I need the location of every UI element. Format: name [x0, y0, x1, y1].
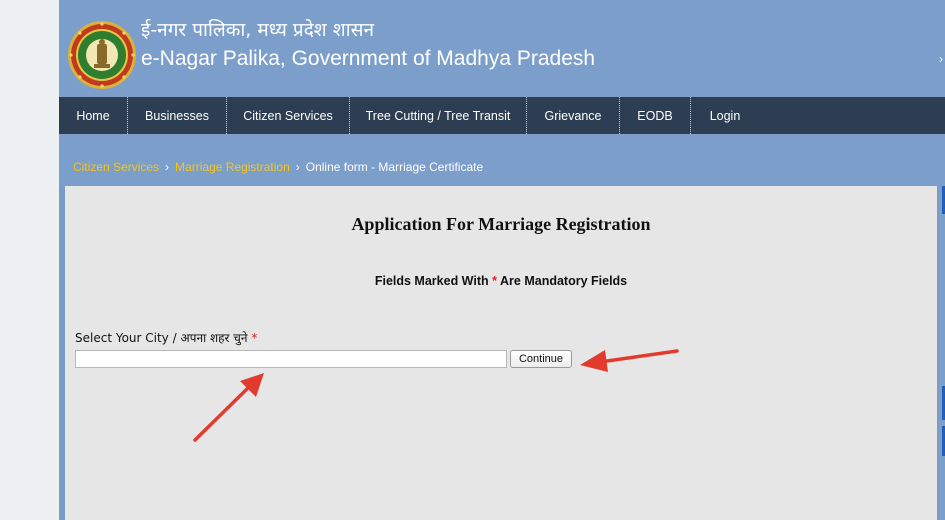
- mandatory-fields-note: Fields Marked With * Are Mandatory Field…: [65, 274, 937, 288]
- breadcrumb-current-page: Online form - Marriage Certificate: [305, 160, 484, 174]
- site-title-english: e-Nagar Palika, Government of Madhya Pra…: [141, 47, 596, 70]
- breadcrumb-separator: ›: [165, 160, 170, 174]
- page: ई-नगर पालिका, मध्य प्रदेश शासन e-Nagar P…: [59, 0, 945, 520]
- city-field-label: Select Your City / अपना शहर चुने *: [75, 329, 257, 346]
- form-content-panel: Application For Marriage Registration Fi…: [65, 186, 937, 520]
- nav-login[interactable]: Login: [691, 97, 759, 134]
- site-title-hindi: ई-नगर पालिका, मध्य प्रदेश शासन: [141, 19, 375, 41]
- required-star: *: [251, 331, 258, 345]
- breadcrumb: Citizen Services › Marriage Registration › O…: [73, 160, 483, 174]
- site-header: ई-नगर पालिका, मध्य प्रदेश शासन e-Nagar P…: [59, 0, 945, 97]
- nav-tree-cutting[interactable]: Tree Cutting / Tree Transit: [350, 97, 527, 134]
- breadcrumb-citizen-services[interactable]: Citizen Services: [73, 160, 159, 174]
- breadcrumb-marriage-registration[interactable]: Marriage Registration: [175, 160, 290, 174]
- nav-businesses[interactable]: Businesses: [128, 97, 227, 134]
- mandatory-note-suffix: Are Mandatory Fields: [500, 274, 628, 288]
- nav-citizen-services[interactable]: Citizen Services: [227, 97, 350, 134]
- left-blank-strip: [0, 0, 59, 520]
- right-edge-accent: [939, 186, 945, 520]
- mp-government-emblem-icon[interactable]: [67, 20, 137, 90]
- required-star: *: [492, 274, 497, 288]
- form-title: Application For Marriage Registration: [351, 214, 651, 234]
- main-navbar: Home Businesses Citizen Services Tree Cu…: [59, 97, 945, 134]
- city-input[interactable]: [75, 350, 507, 368]
- header-edge-glyph: ›: [939, 52, 943, 66]
- breadcrumb-separator: ›: [295, 160, 300, 174]
- continue-button[interactable]: Continue: [510, 350, 572, 368]
- nav-home[interactable]: Home: [59, 97, 128, 134]
- city-label-text: Select Your City / अपना शहर चुने: [75, 331, 248, 345]
- mandatory-note-prefix: Fields Marked With: [374, 274, 489, 288]
- nav-eodb[interactable]: EODB: [620, 97, 691, 134]
- nav-grievance[interactable]: Grievance: [527, 97, 620, 134]
